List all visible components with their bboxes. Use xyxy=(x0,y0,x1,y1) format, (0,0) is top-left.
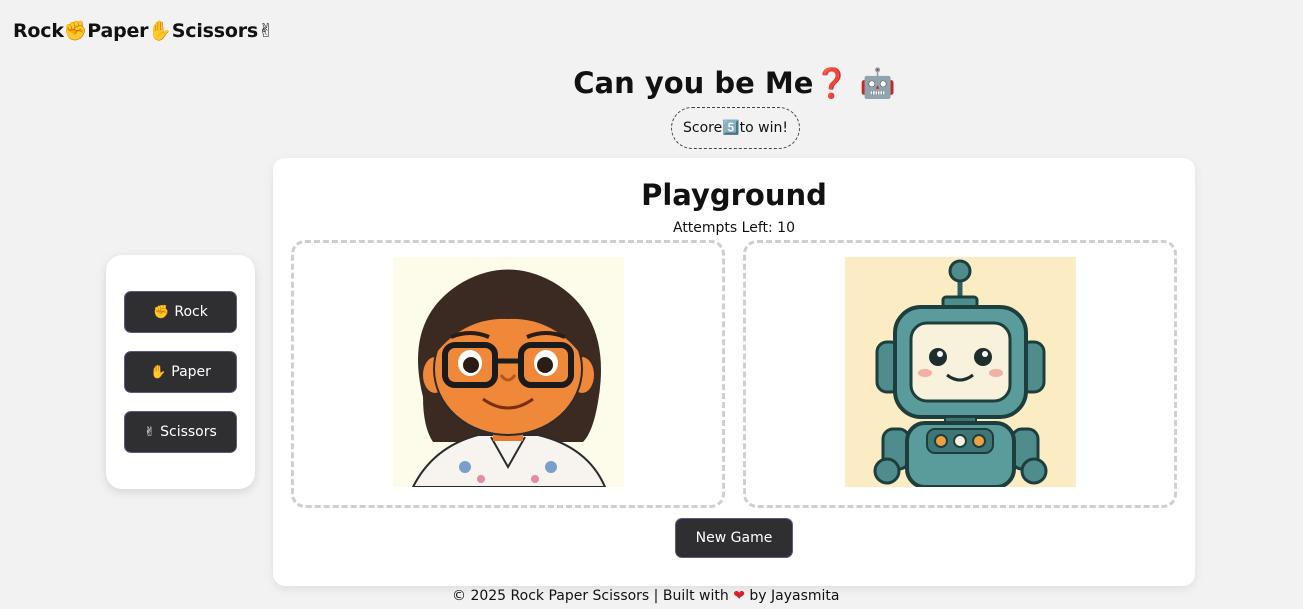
heart-icon: ❤ xyxy=(733,588,745,604)
robot-avatar xyxy=(845,257,1076,487)
new-game-button[interactable]: New Game xyxy=(675,518,793,558)
headline-text: Can you be Me❓ 🤖 xyxy=(573,66,896,100)
page-headline: Can you be Me❓ 🤖 xyxy=(0,66,1303,101)
scissors-button[interactable]: ✌ Scissors xyxy=(124,411,237,453)
footer-credit: © 2025 Rock Paper Scissors | Built with … xyxy=(452,588,839,604)
paper-button[interactable]: ✋ Paper xyxy=(124,351,237,393)
rock-button-label: Rock xyxy=(174,304,208,320)
computer-arena xyxy=(743,240,1177,508)
playground-card: Playground Attempts Left: 10 New Game xyxy=(273,158,1195,586)
fist-icon: ✊ xyxy=(153,304,170,320)
scissors-button-label: Scissors xyxy=(160,424,217,440)
footer-text-before: © 2025 Rock Paper Scissors | Built with xyxy=(452,588,729,604)
score-goal-text: Score5️⃣to win! xyxy=(683,120,788,136)
move-controls-panel: ✊ Rock ✋ Paper ✌ Scissors xyxy=(106,255,255,489)
player-arena xyxy=(291,240,725,508)
attempts-left: Attempts Left: 10 xyxy=(672,220,795,236)
paper-button-label: Paper xyxy=(171,364,211,380)
footer-text-after: by Jayasmita xyxy=(749,588,840,604)
brand-title: Rock✊Paper✋Scissors✌ xyxy=(13,20,274,42)
rock-button[interactable]: ✊ Rock xyxy=(124,291,237,333)
playground-title: Playground xyxy=(641,178,827,212)
score-goal-badge: Score5️⃣to win! xyxy=(671,107,800,149)
hand-icon: ✋ xyxy=(150,364,167,380)
victory-hand-icon: ✌ xyxy=(144,424,156,440)
player-avatar xyxy=(393,257,624,487)
